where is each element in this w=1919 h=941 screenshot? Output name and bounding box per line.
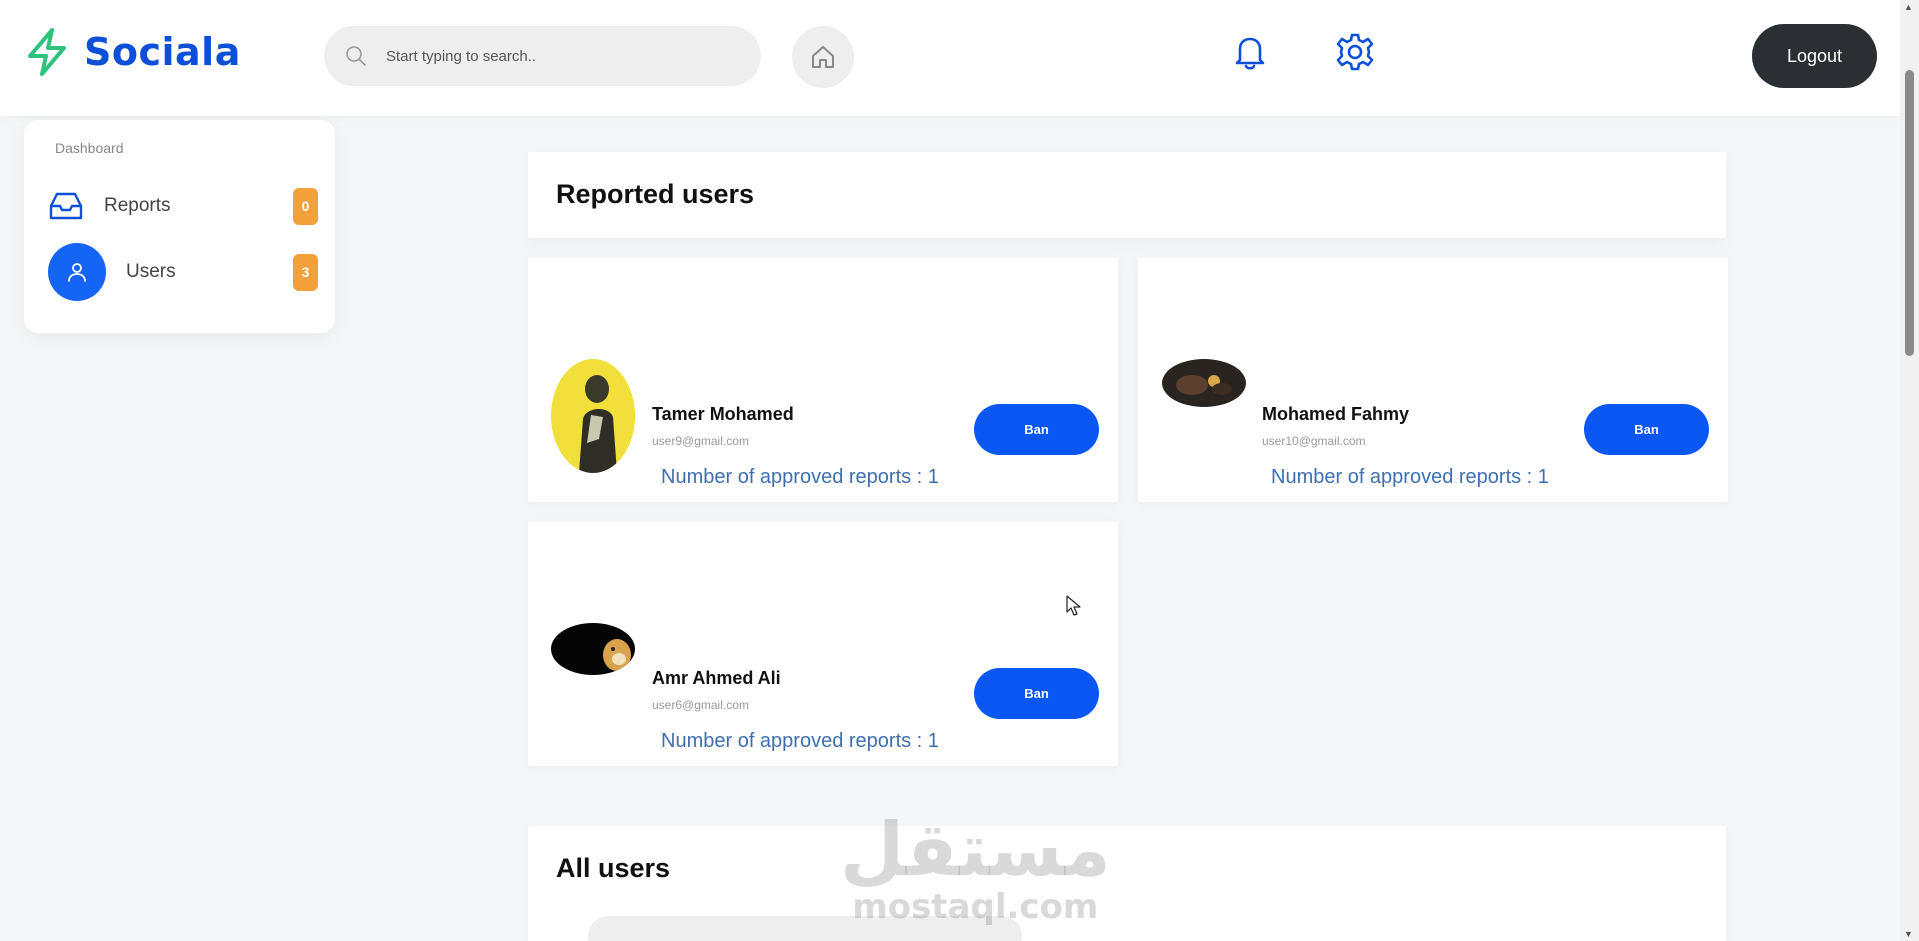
reported-user-card: Amr Ahmed Ali user6@gmail.com Ban Number… (528, 522, 1118, 766)
home-button[interactable] (792, 26, 854, 88)
notification-bell-icon[interactable] (1230, 32, 1270, 72)
approved-reports-count: Number of approved reports : 1 (661, 730, 939, 752)
watermark: مستقل mostaql.com (840, 810, 1111, 924)
scroll-thumb[interactable] (1905, 70, 1914, 356)
user-email: user9@gmail.com (652, 434, 749, 448)
logout-button[interactable]: Logout (1752, 24, 1877, 88)
user-avatar[interactable] (551, 623, 635, 675)
sidebar-title: Dashboard (55, 140, 124, 156)
lightning-bolt-icon (28, 28, 66, 76)
ban-button[interactable]: Ban (1584, 404, 1709, 455)
sidebar-item-label: Reports (104, 195, 171, 216)
user-name: Amr Ahmed Ali (652, 668, 781, 688)
sidebar-item-label: Users (126, 261, 176, 282)
settings-gear-icon[interactable] (1334, 31, 1376, 73)
inbox-icon (49, 192, 83, 220)
reports-count-badge: 0 (293, 187, 318, 225)
brand-logo[interactable]: Sociala (26, 28, 241, 76)
reported-user-card: Tamer Mohamed user9@gmail.com Ban Number… (528, 258, 1118, 502)
sidebar-item-reports[interactable]: Reports 0 (48, 178, 318, 234)
page-scrollbar[interactable]: ▲ ▼ (1900, 0, 1919, 941)
user-name: Mohamed Fahmy (1262, 404, 1410, 424)
sidebar: Dashboard Reports 0 Users 3 (24, 120, 335, 333)
approved-reports-count: Number of approved reports : 1 (661, 466, 939, 488)
person-photo-icon (1176, 375, 1232, 395)
ban-button[interactable]: Ban (974, 404, 1099, 455)
section-title: Reported users (556, 179, 755, 209)
user-avatar[interactable] (551, 359, 635, 473)
reported-users-header: Reported users (528, 152, 1726, 238)
approved-reports-count: Number of approved reports : 1 (1271, 466, 1549, 488)
person-photo-icon (579, 375, 617, 473)
search-input[interactable] (386, 47, 706, 65)
reported-user-card: Mohamed Fahmy user10@gmail.com Ban Numbe… (1138, 258, 1728, 502)
sidebar-item-users[interactable]: Users 3 (48, 243, 318, 301)
user-icon (68, 263, 86, 282)
watermark-latin: mostaql.com (852, 887, 1099, 927)
scroll-up-arrow-icon[interactable]: ▲ (1904, 2, 1913, 12)
users-icon-circle (48, 243, 106, 301)
dog-photo-icon (603, 639, 631, 671)
user-avatar[interactable] (1162, 359, 1246, 407)
search-icon (346, 46, 366, 66)
ban-button[interactable]: Ban (974, 668, 1099, 719)
users-count-badge: 3 (293, 253, 318, 291)
user-email: user10@gmail.com (1262, 434, 1366, 448)
mouse-cursor-icon (1066, 595, 1081, 616)
top-header: Sociala Logout (0, 0, 1900, 116)
scroll-down-arrow-icon[interactable]: ▼ (1904, 929, 1913, 939)
user-email: user6@gmail.com (652, 698, 749, 712)
user-name: Tamer Mohamed (652, 404, 794, 424)
watermark-arabic: مستقل (840, 807, 1111, 893)
search-bar[interactable] (324, 26, 761, 86)
home-icon (812, 46, 834, 68)
section-title: All users (556, 853, 671, 883)
brand-name: Sociala (84, 30, 241, 74)
